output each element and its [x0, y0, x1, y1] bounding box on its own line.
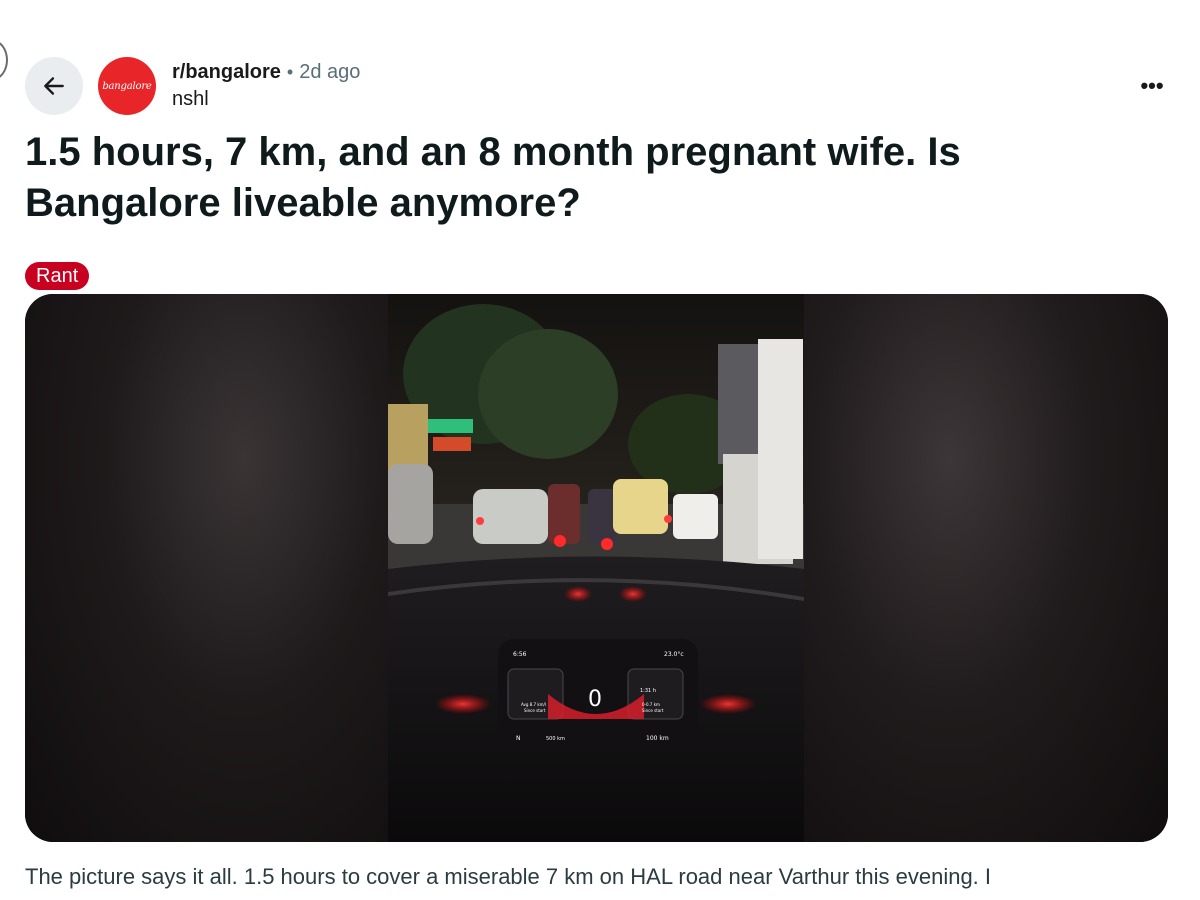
post-body-text: The picture says it all. 1.5 hours to co… [25, 864, 992, 889]
dash-temperature: 23.0°c [664, 651, 684, 658]
avatar-logo-text: bangalore [102, 80, 152, 92]
media-blur-background-right [804, 294, 1168, 842]
dash-range: 100 km [646, 735, 669, 742]
subreddit-link[interactable]: r/bangalore [172, 61, 281, 84]
arrow-left-icon [44, 77, 64, 95]
partial-circle-button [0, 40, 8, 80]
post-flair[interactable]: Rant [25, 262, 90, 290]
dash-right-line1: 1:31 h [640, 688, 656, 694]
dash-right-line3: Since start [642, 708, 664, 713]
more-horizontal-icon: ••• [1140, 73, 1164, 98]
back-button[interactable] [25, 57, 83, 115]
dash-speed: 0 [588, 687, 602, 712]
post-time: 2d ago [299, 61, 361, 83]
post-media[interactable]: 6:56 23.0°c 0 Avg 8.7 km/l Since start 1… [25, 294, 1168, 842]
dash-right-line2: 0-0.7 km [642, 702, 660, 707]
dash-left-line1: Avg 8.7 km/l [521, 702, 546, 707]
post-title: 1.5 hours, 7 km, and an 8 month pregnant… [25, 130, 961, 225]
dash-clock: 6:56 [513, 651, 527, 658]
subreddit-avatar[interactable]: bangalore [98, 57, 156, 115]
dash-odometer: 500 km [546, 736, 565, 742]
media-blur-background-left [25, 294, 389, 842]
post-meta: r/bangalore • 2d ago nshl [172, 61, 360, 111]
meta-separator: • [286, 62, 294, 82]
dash-left-line2: Since start [524, 708, 546, 713]
traffic-photo: 6:56 23.0°c 0 Avg 8.7 km/l Since start 1… [388, 294, 804, 842]
author-link[interactable]: nshl [172, 88, 360, 111]
more-options-button[interactable]: ••• [1130, 68, 1174, 104]
dash-gear: N [516, 735, 521, 742]
